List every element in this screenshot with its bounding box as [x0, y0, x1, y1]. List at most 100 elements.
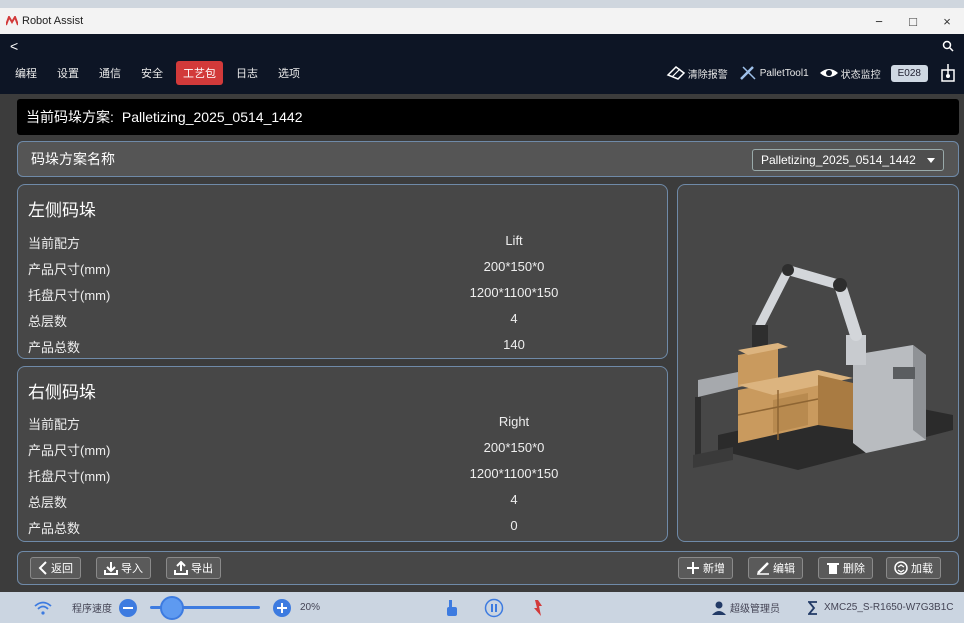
row-value: 200*150*0 [483, 440, 545, 455]
hand-pointer-icon[interactable] [444, 592, 460, 623]
palletizing-robot-illustration [693, 264, 953, 470]
plus-icon [687, 562, 699, 574]
row-key: 托盘尺寸(mm) [28, 469, 111, 484]
menu-communication[interactable]: 通信 [92, 61, 128, 85]
left-row-pallet-size: 托盘尺寸(mm) 1200*1100*150 [28, 282, 658, 304]
speed-increase-button[interactable] [272, 592, 292, 623]
wrench-icon [739, 66, 756, 80]
row-key: 产品总数 [28, 340, 81, 355]
left-stack-title: 左侧码垛 [28, 201, 96, 220]
left-stack-panel: 左侧码垛 当前配方 Lift 产品尺寸(mm) 200*150*0 托盘尺寸(m… [17, 184, 668, 359]
pallet-tool-label: PalletTool1 [759, 67, 809, 79]
speed-value: 20% [300, 602, 321, 613]
row-key: 当前配方 [28, 236, 81, 251]
menu-safety[interactable]: 安全 [134, 61, 170, 85]
current-scheme-bar: 当前码垛方案: Palletizing_2025_0514_1442 [17, 99, 959, 135]
right-row-product-size: 产品尺寸(mm) 200*150*0 [28, 437, 658, 459]
clear-alarm-icon [666, 66, 685, 80]
row-value: 140 [503, 337, 525, 352]
speed-slider-handle[interactable] [160, 596, 184, 620]
left-row-total: 产品总数 140 [28, 334, 658, 356]
user-role: 超级管理员 [730, 604, 780, 615]
status-monitor-button[interactable]: 状态监控 [819, 65, 881, 81]
pause-icon[interactable] [484, 592, 504, 623]
row-value: 1200*1100*150 [469, 285, 559, 300]
device-icon [808, 592, 818, 623]
export-icon [174, 561, 188, 575]
menu-log[interactable]: 日志 [229, 61, 265, 85]
row-key: 托盘尺寸(mm) [28, 288, 111, 303]
teach-pendant-icon[interactable] [940, 64, 956, 82]
delete-button[interactable]: 删除 [818, 557, 873, 579]
left-row-recipe: 当前配方 Lift [28, 230, 658, 252]
load-label: 加载 [911, 563, 933, 575]
export-label: 导出 [191, 563, 213, 575]
right-row-layers: 总层数 4 [28, 489, 658, 511]
header-tools: 清除报警 PalletTool1 状态监控 E028 [656, 60, 956, 86]
row-key: 产品尺寸(mm) [28, 262, 111, 277]
right-stack-title: 右侧码垛 [28, 383, 96, 402]
pencil-icon [757, 562, 769, 575]
pallet-tool-button[interactable]: PalletTool1 [738, 65, 809, 81]
minimize-button[interactable]: − [862, 8, 896, 34]
right-row-pallet-size: 托盘尺寸(mm) 1200*1100*150 [28, 463, 658, 485]
search-icon[interactable] [942, 40, 954, 52]
row-key: 产品尺寸(mm) [28, 443, 111, 458]
export-button[interactable]: 导出 [166, 557, 221, 579]
scheme-name-selected: Palletizing_2025_0514_1442 [761, 153, 916, 167]
import-icon [104, 562, 118, 575]
speed-decrease-button[interactable] [118, 592, 138, 623]
row-value: Right [498, 414, 530, 429]
add-button[interactable]: 新增 [678, 557, 733, 579]
trash-icon [827, 563, 839, 574]
current-scheme-label: 当前码垛方案: [26, 109, 114, 125]
app-logo-icon [6, 16, 18, 26]
right-row-recipe: 当前配方 Right [28, 411, 658, 433]
window-title: Robot Assist [22, 15, 84, 27]
edit-button[interactable]: 编辑 [748, 557, 803, 579]
add-label: 新增 [703, 563, 725, 575]
plus-circle-icon [273, 598, 291, 617]
row-key: 产品总数 [28, 521, 81, 536]
load-button[interactable]: 加载 [886, 557, 941, 579]
status-monitor-label: 状态监控 [840, 69, 881, 81]
menu-options[interactable]: 选项 [271, 61, 307, 85]
right-row-total: 产品总数 0 [28, 515, 658, 537]
left-row-product-size: 产品尺寸(mm) 200*150*0 [28, 256, 658, 278]
emergency-stop-icon[interactable] [532, 592, 544, 623]
nav-back-button[interactable]: < [10, 38, 18, 54]
current-scheme-value: Palletizing_2025_0514_1442 [121, 109, 303, 125]
maximize-button[interactable]: □ [896, 8, 930, 34]
delete-label: 删除 [843, 563, 865, 575]
load-icon [894, 561, 908, 575]
clear-alarm-button[interactable]: 清除报警 [666, 65, 728, 81]
import-label: 导入 [121, 563, 143, 575]
wifi-icon [34, 592, 52, 623]
import-button[interactable]: 导入 [96, 557, 151, 579]
error-code-badge[interactable]: E028 [890, 64, 928, 82]
chevron-left-icon [38, 561, 47, 575]
scheme-name-label: 码垛方案名称 [31, 151, 115, 167]
row-value: 0 [510, 518, 518, 533]
back-button[interactable]: 返回 [30, 557, 81, 579]
menu-program[interactable]: 编程 [8, 61, 44, 85]
back-label: 返回 [51, 563, 73, 575]
close-button[interactable]: × [930, 8, 964, 34]
row-value: 200*150*0 [483, 259, 545, 274]
edit-label: 编辑 [773, 563, 795, 575]
program-speed-label: 程序速度 [72, 604, 112, 615]
chevron-down-icon [927, 158, 935, 163]
menu-process-package[interactable]: 工艺包 [176, 61, 223, 85]
right-stack-panel: 右侧码垛 当前配方 Right 产品尺寸(mm) 200*150*0 托盘尺寸(… [17, 366, 668, 542]
menu-settings[interactable]: 设置 [50, 61, 86, 85]
scheme-name-select[interactable]: Palletizing_2025_0514_1442 [752, 149, 944, 171]
row-value: Lift [505, 233, 523, 248]
left-row-layers: 总层数 4 [28, 308, 658, 330]
row-value: 4 [510, 492, 518, 507]
window-titlebar: Robot Assist − □ × [0, 8, 964, 34]
row-key: 总层数 [28, 495, 68, 510]
row-value: 1200*1100*150 [469, 466, 559, 481]
action-bar: 返回 导入 导出 新增 编辑 删除 加载 [17, 551, 959, 585]
row-key: 总层数 [28, 314, 68, 329]
status-bar: 程序速度 20% 超级管理员 XMC25_S-R1650-W7G3B1C [0, 592, 964, 623]
